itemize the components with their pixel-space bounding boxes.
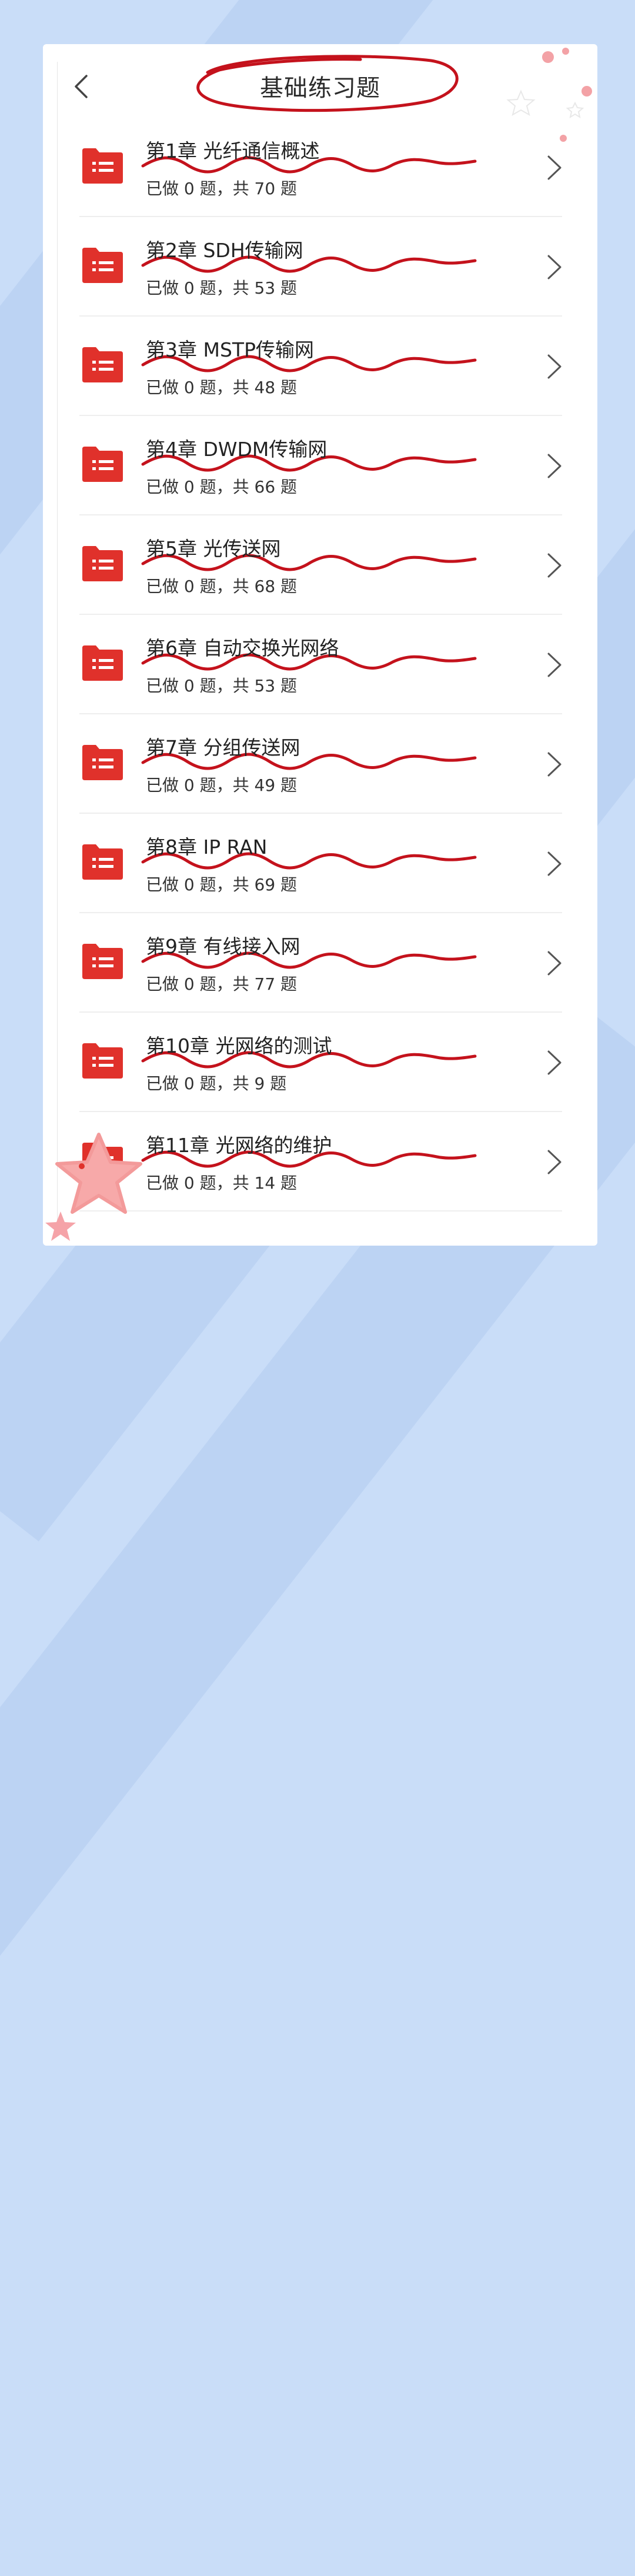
chevron-right-icon — [547, 354, 562, 379]
chapter-list-item[interactable]: 第7章 分组传送网 已做 0 题，共 49 题 — [43, 714, 597, 814]
chapter-list-item[interactable]: 第10章 光网络的测试 已做 0 题，共 9 题 — [43, 1013, 597, 1112]
chapter-list-item[interactable]: 第8章 IP RAN 已做 0 题，共 69 题 — [43, 814, 597, 913]
chapter-progress: 已做 0 题，共 70 题 — [146, 179, 298, 198]
folder-list-icon — [82, 546, 123, 581]
folder-list-icon — [82, 944, 123, 979]
chapter-title: 第10章 光网络的测试 — [146, 1034, 332, 1057]
chevron-right-icon — [547, 1150, 562, 1174]
row-divider — [79, 1210, 562, 1212]
chapter-title: 第6章 自动交换光网络 — [146, 637, 339, 660]
chevron-right-icon — [547, 454, 562, 478]
chapter-title: 第2章 SDH传输网 — [146, 239, 303, 262]
chevron-right-icon — [547, 255, 562, 279]
chapter-title: 第7章 分组传送网 — [146, 736, 300, 759]
pink-dots-sticker — [506, 48, 592, 142]
chapter-list-item[interactable]: 第2章 SDH传输网 已做 0 题，共 53 题 — [43, 217, 597, 317]
chevron-right-icon — [547, 553, 562, 578]
chevron-right-icon — [547, 951, 562, 976]
chevron-right-icon — [547, 752, 562, 777]
folder-list-icon — [82, 148, 123, 184]
chapter-title: 第4章 DWDM传输网 — [146, 438, 327, 461]
chevron-right-icon — [547, 155, 562, 180]
folder-list-icon — [82, 745, 123, 780]
chapter-progress: 已做 0 题，共 14 题 — [146, 1173, 298, 1193]
chapter-list-item[interactable]: 第3章 MSTP传输网 已做 0 题，共 48 题 — [43, 317, 597, 416]
folder-list-icon — [82, 645, 123, 681]
chapter-title: 第8章 IP RAN — [146, 836, 268, 858]
chapter-list-item[interactable]: 第6章 自动交换光网络 已做 0 题，共 53 题 — [43, 615, 597, 714]
chapter-title: 第5章 光传送网 — [146, 537, 281, 560]
chapter-title: 第11章 光网络的维护 — [146, 1134, 332, 1157]
chapter-progress: 已做 0 题，共 77 题 — [146, 974, 298, 994]
chapter-title: 第3章 MSTP传输网 — [146, 338, 314, 361]
folder-list-icon — [82, 844, 123, 880]
small-star-sticker — [45, 1212, 76, 1241]
chapter-progress: 已做 0 题，共 53 题 — [146, 676, 298, 695]
chevron-right-icon — [547, 851, 562, 876]
chapter-list-item[interactable]: 第4章 DWDM传输网 已做 0 题，共 66 题 — [43, 416, 597, 515]
folder-list-icon — [82, 248, 123, 283]
chevron-right-icon — [547, 653, 562, 677]
folder-list-icon — [82, 447, 123, 482]
chapter-progress: 已做 0 题，共 68 题 — [146, 577, 298, 596]
chapter-progress: 已做 0 题，共 66 题 — [146, 477, 298, 497]
chapter-list-item[interactable]: 第5章 光传送网 已做 0 题，共 68 题 — [43, 515, 597, 615]
chapter-progress: 已做 0 题，共 69 题 — [146, 875, 298, 894]
chapter-progress: 已做 0 题，共 53 题 — [146, 278, 298, 298]
phone-screen-card: 基础练习题 第1章 光纤通信概述 已做 0 题，共 70 题 第2章 SDH传输… — [43, 44, 597, 1246]
chapter-progress: 已做 0 题，共 9 题 — [146, 1074, 287, 1093]
chevron-right-icon — [547, 1050, 562, 1075]
chapter-list-item[interactable]: 第9章 有线接入网 已做 0 题，共 77 题 — [43, 913, 597, 1013]
chapter-title: 第9章 有线接入网 — [146, 935, 300, 958]
folder-list-icon — [82, 347, 123, 382]
folder-list-icon — [82, 1043, 123, 1079]
chapter-progress: 已做 0 题，共 49 题 — [146, 776, 298, 795]
chapter-progress: 已做 0 题，共 48 题 — [146, 378, 298, 397]
pink-star-sticker — [55, 1133, 142, 1214]
chapter-title: 第1章 光纤通信概述 — [146, 139, 320, 162]
